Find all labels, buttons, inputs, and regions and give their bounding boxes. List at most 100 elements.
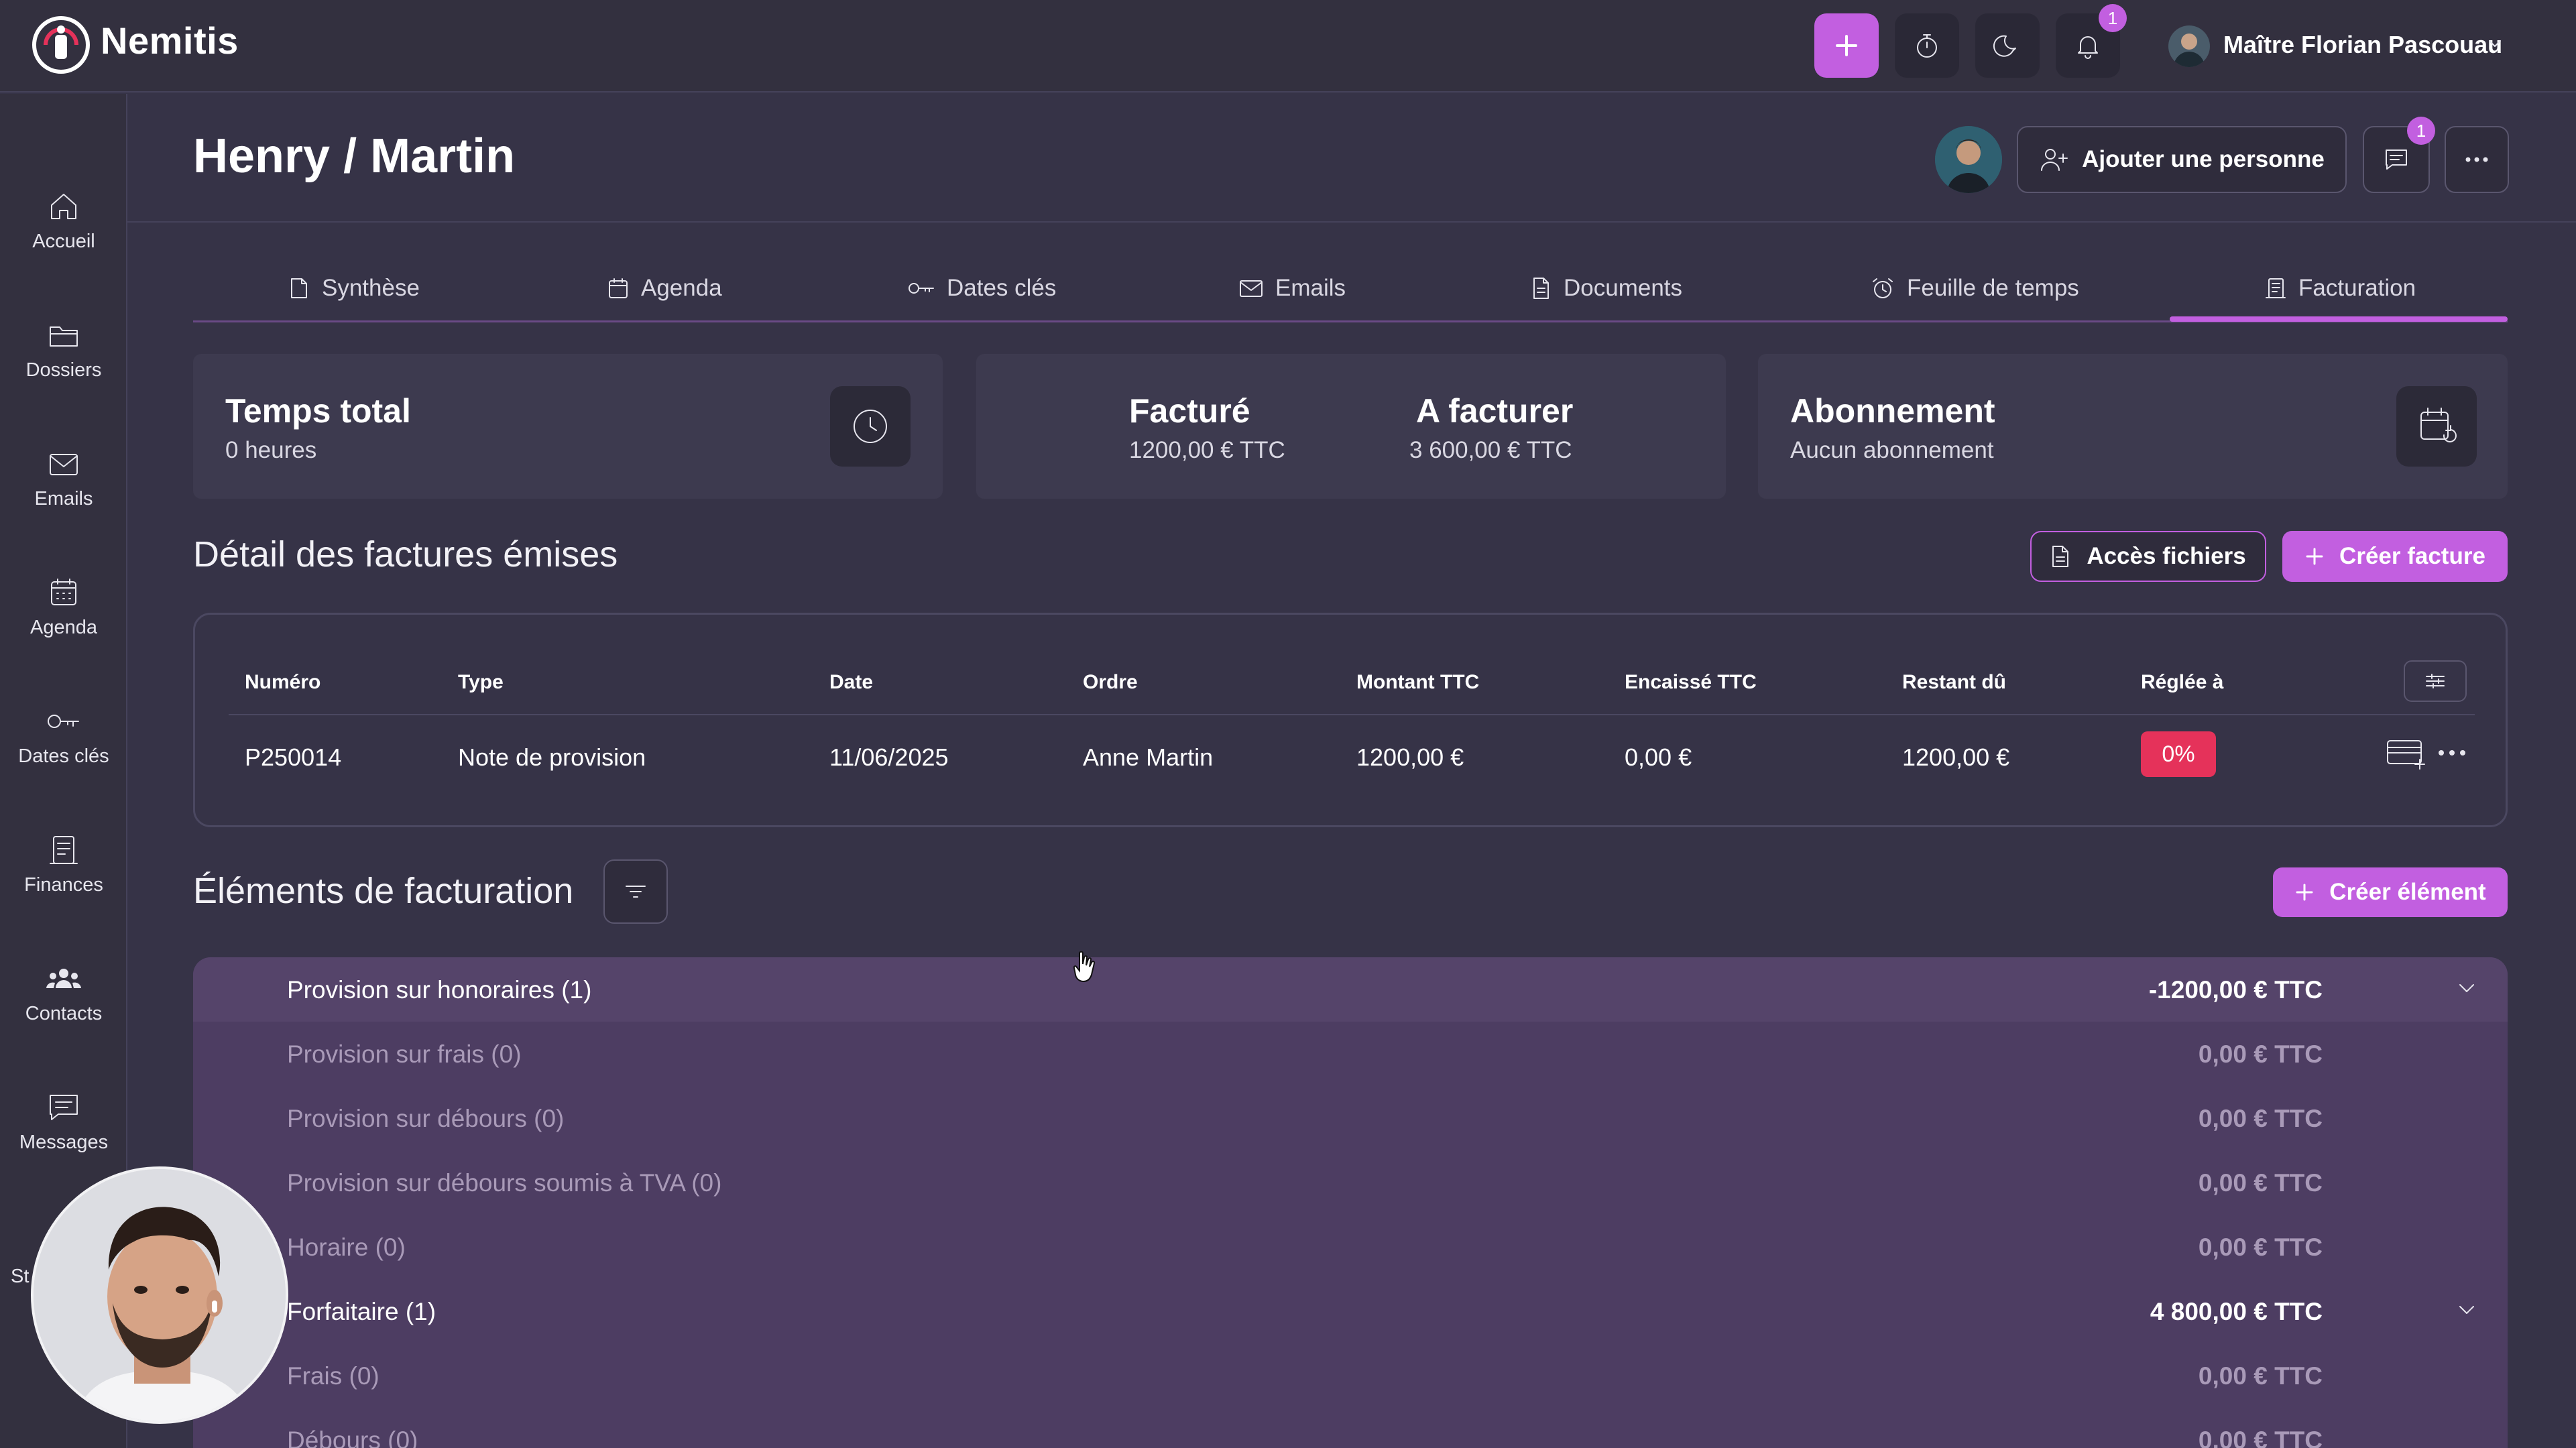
header-divider — [127, 221, 2576, 223]
invoice-number[interactable]: P250014 — [245, 743, 341, 772]
tab-agenda[interactable]: Agenda — [606, 268, 722, 308]
webcam-overlay — [31, 1166, 288, 1424]
tab-label: Synthèse — [322, 275, 420, 301]
top-bar: Nemitis 1 Maître Florian Pascouau — [0, 0, 2576, 93]
billing-element-amount: 4 800,00 € TTC — [2150, 1298, 2323, 1325]
tab-dates-cles[interactable]: Dates clés — [906, 268, 1056, 308]
tab-synthese[interactable]: Synthèse — [287, 268, 420, 308]
invoice-amount: 1200,00 € — [1356, 743, 1464, 771]
row-more-options-icon[interactable] — [2437, 749, 2467, 757]
sidebar-item-label-partial: St — [11, 1266, 30, 1287]
tab-label: Feuille de temps — [1907, 275, 2079, 301]
client-avatar[interactable] — [1935, 126, 2002, 193]
filter-button[interactable] — [603, 859, 668, 924]
list-item[interactable]: Débours (0) 0,00 € TTC — [193, 1408, 2508, 1448]
hand-cursor-icon — [1071, 951, 1098, 984]
calendar-repeat-icon[interactable] — [2396, 386, 2477, 467]
stopwatch-icon — [1917, 34, 1937, 58]
list-item[interactable]: Frais (0) 0,00 € TTC — [193, 1343, 2508, 1408]
add-payment-icon[interactable] — [2385, 737, 2428, 770]
create-invoice-label: Créer facture — [2339, 543, 2485, 569]
folder-icon — [50, 326, 78, 347]
people-icon — [46, 969, 81, 988]
file-icon — [1533, 278, 1549, 299]
list-item[interactable]: Forfaitaire (1) 4 800,00 € TTC — [193, 1279, 2508, 1343]
sidebar-item-contacts[interactable]: Contacts — [0, 961, 127, 1069]
tab-facturation[interactable]: Facturation — [2264, 268, 2416, 308]
tab-feuille-de-temps[interactable]: Feuille de temps — [1869, 268, 2079, 308]
billing-element-amount: 0,00 € TTC — [2198, 1040, 2323, 1068]
chevron-down-icon[interactable] — [2457, 981, 2477, 995]
billing-element-label: Horaire (0) — [287, 1233, 406, 1261]
create-invoice-button[interactable]: Créer facture — [2282, 531, 2508, 582]
column-header: Type — [458, 671, 504, 693]
sidebar-item-accueil[interactable]: Accueil — [0, 189, 127, 296]
calendar-icon — [51, 579, 76, 605]
create-element-button[interactable]: Créer élément — [2273, 867, 2508, 917]
time-total-card: Temps total 0 heures — [193, 354, 943, 499]
list-item[interactable]: Provision sur frais (0) 0,00 € TTC — [193, 1022, 2508, 1086]
nemitis-logo-icon[interactable] — [31, 15, 91, 75]
tab-label: Agenda — [641, 275, 722, 301]
dark-mode-toggle[interactable] — [1975, 13, 2040, 78]
column-header: Réglée à — [2141, 671, 2224, 693]
message-icon — [50, 1095, 78, 1120]
bell-icon — [2078, 36, 2098, 59]
brand-name: Nemitis — [101, 19, 239, 62]
notification-count-badge: 1 — [2099, 4, 2127, 32]
tab-label: Documents — [1564, 275, 1683, 301]
mail-icon — [50, 454, 78, 475]
sidebar-item-dossiers[interactable]: Dossiers — [0, 318, 127, 425]
sidebar-item-emails[interactable]: Emails — [0, 446, 127, 554]
sidebar-item-agenda[interactable]: Agenda — [0, 575, 127, 682]
sidebar-item-finances[interactable]: Finances — [0, 833, 127, 940]
key-icon — [909, 283, 934, 294]
invoice-type: Note de provision — [458, 743, 646, 771]
list-item[interactable]: Provision sur débours (0) 0,00 € TTC — [193, 1086, 2508, 1150]
page-title: Henry / Martin — [193, 129, 516, 183]
card-value: Aucun abonnement — [1790, 437, 1994, 463]
receipt-icon — [2266, 278, 2286, 298]
column-header: Restant dû — [1902, 671, 2007, 693]
list-item[interactable]: Provision sur honoraires (1) -1200,00 € … — [193, 957, 2508, 1022]
message-icon — [2386, 149, 2407, 170]
sidebar-item-label: Accueil — [32, 231, 95, 252]
column-header: Encaissé TTC — [1625, 671, 1757, 693]
billed-value: 1200,00 € TTC — [1129, 437, 1285, 463]
tab-active-indicator — [2170, 316, 2508, 322]
list-item[interactable]: Provision sur débours soumis à TVA (0) 0… — [193, 1150, 2508, 1215]
sidebar-item-label: Finances — [24, 874, 103, 896]
billing-summary-card: Facturé 1200,00 € TTC A facturer 3 600,0… — [976, 354, 1726, 499]
to-bill-title: A facturer — [1416, 392, 1574, 430]
billing-element-amount: 0,00 € TTC — [2198, 1105, 2323, 1132]
list-item[interactable]: Horaire (0) 0,00 € TTC — [193, 1215, 2508, 1279]
create-element-label: Créer élément — [2329, 879, 2486, 905]
chevron-down-icon[interactable] — [2487, 39, 2502, 48]
user-menu-name[interactable]: Maître Florian Pascouau — [2223, 31, 2502, 59]
billed-title: Facturé — [1129, 392, 1250, 430]
sidebar-item-label: Agenda — [30, 617, 97, 638]
add-person-button[interactable]: Ajouter une personne — [2017, 126, 2347, 193]
to-bill-value: 3 600,00 € TTC — [1409, 437, 1572, 463]
user-avatar[interactable] — [2168, 25, 2210, 67]
sidebar-item-dates-cles[interactable]: Dates clés — [0, 704, 127, 811]
billing-element-amount: 0,00 € TTC — [2198, 1427, 2323, 1448]
card-title: Abonnement — [1790, 392, 1995, 430]
files-access-button[interactable]: Accès fichiers — [2030, 531, 2266, 582]
chevron-down-icon[interactable] — [2457, 1303, 2477, 1317]
billing-element-amount: 0,00 € TTC — [2198, 1169, 2323, 1197]
timer-button[interactable] — [1895, 13, 1959, 78]
quick-add-button[interactable] — [1814, 13, 1879, 78]
document-icon — [291, 278, 307, 298]
more-options-button[interactable] — [2445, 126, 2509, 193]
sidebar-item-label: Dossiers — [25, 359, 102, 381]
column-settings-button[interactable] — [2404, 660, 2467, 702]
tab-emails[interactable]: Emails — [1238, 268, 1346, 308]
billing-element-label: Provision sur frais (0) — [287, 1040, 522, 1068]
tabs-underline — [193, 320, 2508, 322]
tab-documents[interactable]: Documents — [1529, 268, 1682, 308]
billing-element-amount: 0,00 € TTC — [2198, 1233, 2323, 1261]
tab-label: Facturation — [2298, 275, 2416, 301]
file-icon — [2052, 546, 2069, 567]
card-value: 0 heures — [225, 437, 317, 463]
